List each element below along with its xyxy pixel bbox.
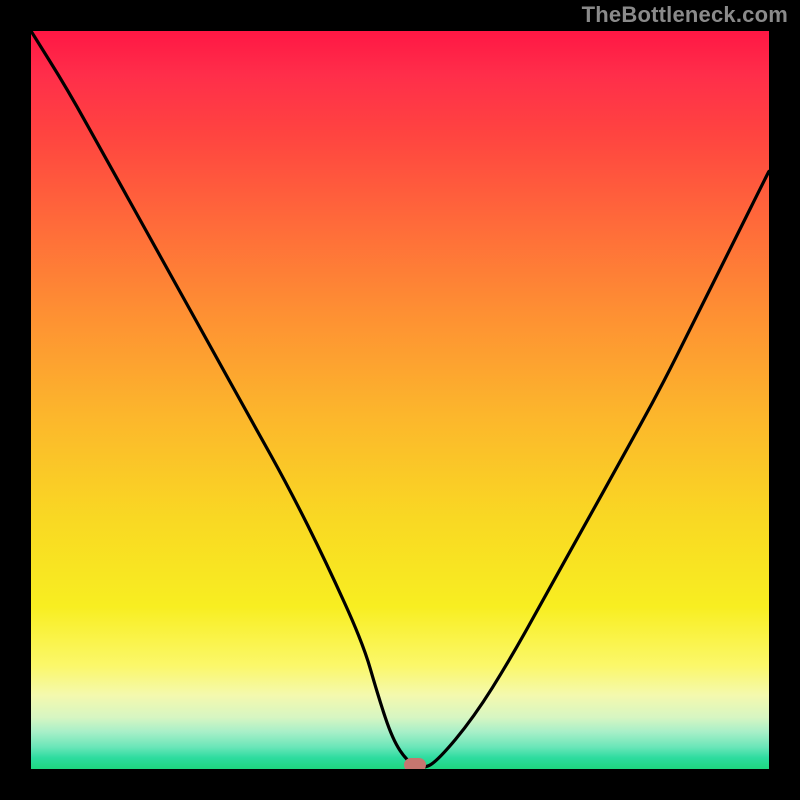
bottleneck-curve bbox=[31, 31, 769, 769]
plot-area bbox=[31, 31, 769, 769]
optimum-marker bbox=[404, 758, 426, 769]
chart-frame: TheBottleneck.com bbox=[0, 0, 800, 800]
curve-path bbox=[31, 31, 769, 767]
watermark-text: TheBottleneck.com bbox=[582, 2, 788, 28]
